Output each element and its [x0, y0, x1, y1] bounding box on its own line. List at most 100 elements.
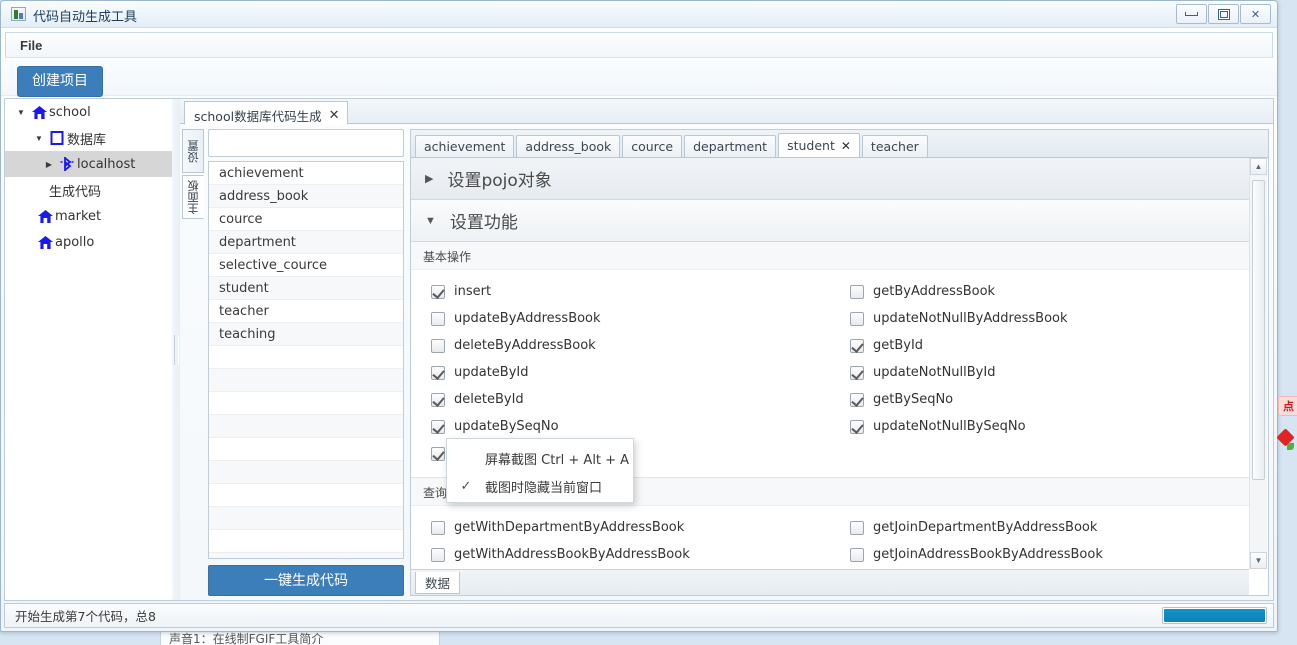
checkbox[interactable]	[850, 338, 864, 353]
list-item[interactable]: cource	[209, 208, 403, 231]
document-tab-label: school数据库代码生成	[194, 108, 322, 124]
checkbox-label: updateById	[454, 365, 529, 380]
tab-cource[interactable]: cource	[622, 135, 683, 157]
section-header-pojo[interactable]: ▶ 设置pojo对象	[411, 158, 1249, 200]
tab-student[interactable]: student ✕	[778, 133, 860, 157]
list-item[interactable]: address_book	[209, 185, 403, 208]
checkbox[interactable]	[431, 311, 445, 326]
vertical-splitter[interactable]	[172, 98, 180, 601]
checkbox-row[interactable]: deleteByAddressBook	[411, 332, 830, 359]
menu-item-screenshot[interactable]: 屏幕截图 Ctrl + Alt + A	[447, 444, 633, 472]
status-bar: 开始生成第7个代码，总8	[4, 603, 1274, 628]
sidebar-item-label: localhost	[77, 156, 136, 172]
table-filter-input[interactable]	[209, 130, 403, 156]
twisty-icon[interactable]: ▼	[31, 134, 47, 143]
checkbox[interactable]	[850, 520, 864, 535]
sidebar-item-school[interactable]: ▼ school	[5, 99, 172, 125]
sidebar-item-market[interactable]: market	[5, 203, 172, 229]
close-icon[interactable]: ✕	[841, 139, 851, 153]
create-project-button[interactable]: 创建项目	[17, 66, 103, 97]
menu-item-hide-window-on-capture[interactable]: ✓ 截图时隐藏当前窗口	[447, 472, 633, 500]
floating-side-widget[interactable]: 点	[1275, 396, 1297, 466]
list-item[interactable]: student	[209, 277, 403, 300]
checkbox[interactable]	[431, 365, 445, 380]
sidebar-item-localhost[interactable]: ▶ localhost	[5, 151, 172, 177]
sidebar-item-apollo[interactable]: apollo	[5, 229, 172, 255]
twisty-icon[interactable]: ▼	[13, 108, 29, 117]
vertical-tab-main-panel[interactable]: 主面板	[182, 175, 204, 219]
checkbox[interactable]	[431, 284, 445, 299]
list-item[interactable]: teaching	[209, 323, 403, 346]
checkbox-row[interactable]: updateByAddressBook	[411, 305, 830, 332]
checkbox[interactable]	[431, 547, 445, 562]
tab-department[interactable]: department	[684, 135, 777, 157]
checkbox-row[interactable]: updateNotNullBySeqNo	[830, 413, 1249, 440]
checkbox[interactable]	[850, 392, 864, 407]
list-item[interactable]: achievement	[209, 162, 403, 185]
checkbox[interactable]	[850, 365, 864, 380]
checkbox-row[interactable]: insert	[411, 278, 830, 305]
scroll-up-arrow-icon[interactable]: ▲	[1250, 158, 1267, 175]
vertical-tab-settings[interactable]: 设置	[182, 129, 204, 173]
checkbox-row[interactable]: getById	[830, 332, 1249, 359]
checkbox-row[interactable]: getBySeqNo	[830, 386, 1249, 413]
checkbox-row[interactable]: getByAddressBook	[830, 278, 1249, 305]
minimize-button[interactable]	[1176, 4, 1207, 24]
document-tab-school[interactable]: school数据库代码生成 ✕	[184, 101, 349, 125]
sidebar-item-generate-code[interactable]: 生成代码	[5, 177, 172, 203]
checkbox[interactable]	[850, 284, 864, 299]
checkbox-label: updateNotNullBySeqNo	[873, 419, 1026, 434]
menu-bar: File	[5, 32, 1273, 58]
scrollbar-thumb[interactable]	[1252, 180, 1265, 480]
checkbox-row[interactable]: getWithAddressBookByAddressBook	[411, 541, 830, 568]
checkbox-row[interactable]: getJoinAddressBookByAddressBook	[830, 541, 1249, 568]
checkbox[interactable]	[431, 392, 445, 407]
checkbox[interactable]	[850, 311, 864, 326]
checkbox[interactable]	[431, 520, 445, 535]
table-filter-field[interactable]	[208, 129, 404, 157]
sidebar-item-database[interactable]: ▼ 数据库	[5, 125, 172, 151]
progress-bar-track	[1162, 607, 1267, 624]
tab-data[interactable]: 数据	[415, 572, 461, 594]
chevron-right-icon: ▶	[425, 173, 434, 185]
checkbox-row[interactable]: getWithDepartmentByAddressBook	[411, 514, 830, 541]
checkbox-row[interactable]: deleteById	[411, 386, 830, 413]
vertical-tab-label: 主面板	[186, 179, 200, 215]
checkbox-label: insert	[454, 284, 492, 299]
scroll-down-arrow-icon[interactable]: ▼	[1250, 552, 1267, 569]
maximize-button[interactable]	[1208, 4, 1239, 24]
checkbox[interactable]	[431, 338, 445, 353]
list-item[interactable]: selective_cource	[209, 254, 403, 277]
project-tree-panel: ▼ school ▼ 数据库 ▶ localhost 生成代码 market a…	[4, 98, 172, 601]
close-button[interactable]: ✕	[1240, 4, 1271, 24]
checkbox-row[interactable]: updateBySeqNo	[411, 413, 830, 440]
checkbox[interactable]	[431, 446, 445, 461]
section-header-functions[interactable]: ▼ 设置功能	[411, 200, 1249, 242]
generate-code-button[interactable]: 一键生成代码	[208, 565, 404, 596]
checkbox-label: getByAddressBook	[873, 284, 996, 299]
tab-address-book[interactable]: address_book	[516, 135, 621, 157]
detail-scrollbar[interactable]: ▲ ▼	[1249, 158, 1267, 569]
checkbox-row[interactable]: updateById	[411, 359, 830, 386]
list-item[interactable]: teacher	[209, 300, 403, 323]
checkbox-row[interactable]: updateNotNullByAddressBook	[830, 305, 1249, 332]
checkbox[interactable]	[850, 419, 864, 434]
home-icon	[35, 209, 55, 224]
list-item-empty	[209, 553, 403, 558]
checkbox-row[interactable]: getJoinDepartmentByAddressBook	[830, 514, 1249, 541]
menu-item-label: 屏幕截图 Ctrl + Alt + A	[485, 452, 630, 468]
list-item[interactable]: department	[209, 231, 403, 254]
window-title: 代码自动生成工具	[33, 10, 138, 25]
checkbox-label: deleteById	[454, 392, 524, 407]
checkbox[interactable]	[431, 419, 445, 434]
twisty-icon[interactable]: ▶	[41, 160, 57, 169]
table-list[interactable]: achievement address_book cource departme…	[208, 161, 404, 559]
close-icon[interactable]: ✕	[329, 108, 340, 123]
tab-teacher[interactable]: teacher	[861, 135, 928, 157]
tab-achievement[interactable]: achievement	[415, 135, 515, 157]
list-item-empty	[209, 346, 403, 369]
checkbox-row[interactable]: updateNotNullById	[830, 359, 1249, 386]
title-bar: 代码自动生成工具 ✕	[1, 1, 1277, 28]
menu-item-file[interactable]: File	[6, 33, 54, 58]
checkbox[interactable]	[850, 547, 864, 562]
